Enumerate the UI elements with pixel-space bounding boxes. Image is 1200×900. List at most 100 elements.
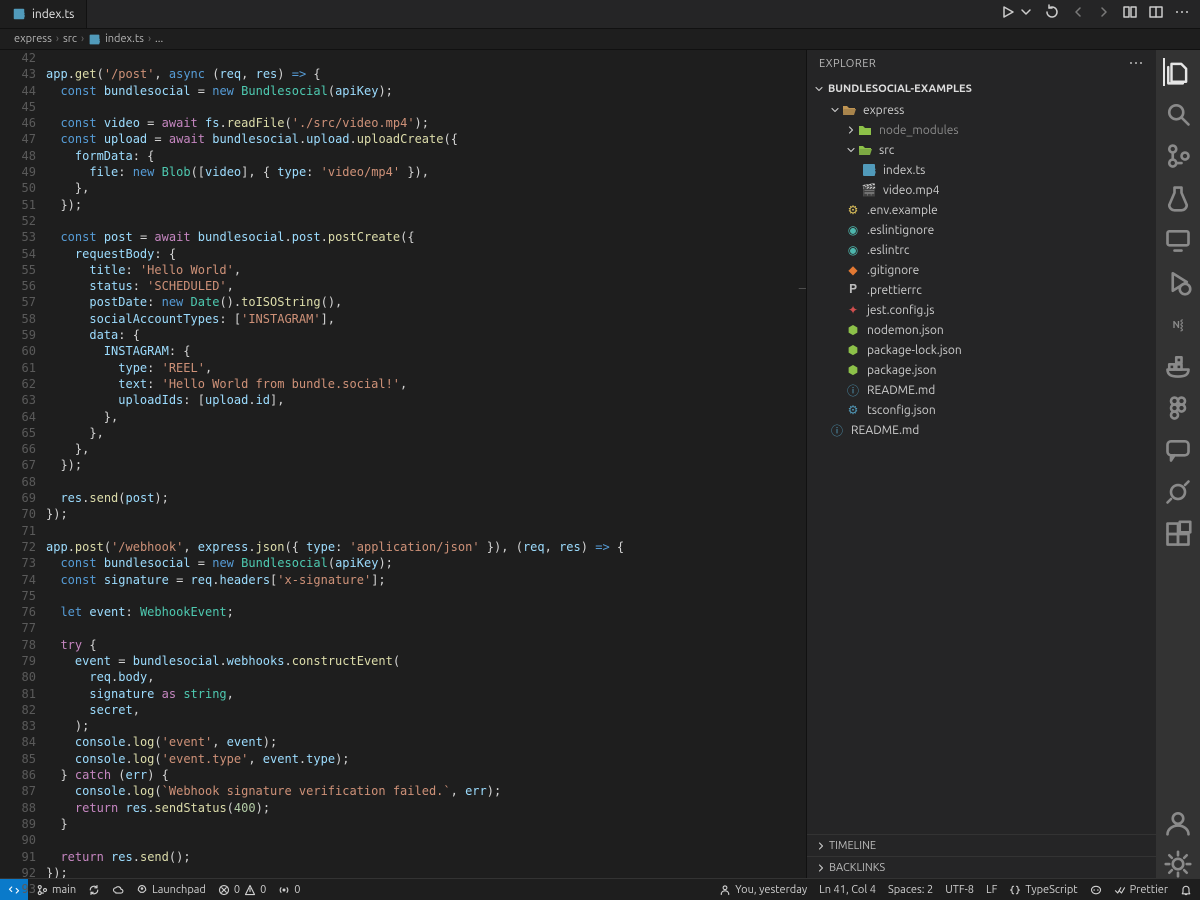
file-tree: express node_modules src index.ts 🎬 vide… [807, 100, 1156, 834]
run-icon[interactable] [1000, 4, 1016, 24]
breadcrumb-segment[interactable]: index.ts [88, 33, 144, 46]
activity-run-debug-icon[interactable] [1164, 268, 1192, 296]
activity-chat-icon[interactable] [1164, 436, 1192, 464]
tab-active[interactable]: index.ts [0, 0, 87, 28]
status-copilot-icon[interactable] [1090, 884, 1102, 896]
chevron-right-icon [845, 124, 857, 136]
tab-label: index.ts [32, 8, 74, 21]
status-sync-icon[interactable] [88, 884, 100, 896]
side-panel: EXPLORER BUNDLESOCIAL-EXAMPLES express n… [806, 50, 1156, 878]
folder-icon [857, 122, 873, 138]
activity-nx-icon[interactable]: N⸾ [1164, 310, 1192, 338]
explorer-section[interactable]: BUNDLESOCIAL-EXAMPLES [807, 78, 1156, 100]
tree-file-prettierrc[interactable]: 𝐏 .prettierrc [807, 280, 1156, 300]
typescript-icon [12, 7, 26, 21]
tree-file-nodemon[interactable]: ⬢ nodemon.json [807, 320, 1156, 340]
breadcrumb-segment[interactable]: ... [155, 33, 163, 45]
folder-open-icon [857, 142, 873, 158]
status-indent[interactable]: Spaces: 2 [888, 884, 933, 896]
more-actions-icon[interactable] [1174, 4, 1190, 24]
split-layout-icon[interactable] [1122, 4, 1138, 24]
tree-file-pkg-lock[interactable]: ⬢ package-lock.json [807, 340, 1156, 360]
explorer-header: EXPLORER [807, 50, 1156, 78]
explorer-more-icon[interactable] [1128, 55, 1144, 74]
typescript-icon [861, 162, 877, 178]
prettier-icon: 𝐏 [845, 283, 861, 297]
tree-file-eslintignore[interactable]: ◉ .eslintignore [807, 220, 1156, 240]
nodemon-icon: ⬢ [845, 323, 861, 337]
activity-figma-icon[interactable] [1164, 394, 1192, 422]
status-launchpad[interactable]: Launchpad [136, 884, 206, 896]
status-cloud-icon[interactable] [112, 884, 124, 896]
info-icon: ⓘ [829, 422, 845, 439]
status-encoding[interactable]: UTF-8 [945, 884, 974, 896]
git-icon: ◆ [845, 263, 861, 277]
status-branch[interactable]: main [36, 884, 76, 896]
chevron-down-icon [829, 104, 841, 116]
status-problems[interactable]: 0 0 [218, 884, 266, 896]
tree-file-gitignore[interactable]: ◆ .gitignore [807, 260, 1156, 280]
tree-file-readme-root[interactable]: ⓘ README.md [807, 420, 1156, 440]
chevron-right-icon [815, 840, 827, 852]
explorer-title: EXPLORER [819, 58, 876, 70]
go-back-icon[interactable] [1070, 4, 1086, 24]
backlinks-section[interactable]: BACKLINKS [807, 856, 1156, 878]
folder-open-icon [841, 102, 857, 118]
chevron-right-icon [815, 862, 827, 874]
env-icon: ⚙ [845, 203, 861, 217]
tree-file-pkg[interactable]: ⬢ package.json [807, 360, 1156, 380]
chevron-right-icon: › [148, 33, 151, 45]
tree-file-video[interactable]: 🎬 video.mp4 [807, 180, 1156, 200]
tree-folder-node-modules[interactable]: node_modules [807, 120, 1156, 140]
tree-file-index-ts[interactable]: index.ts [807, 160, 1156, 180]
tree-file-env[interactable]: ⚙ .env.example [807, 200, 1156, 220]
tree-file-eslintrc[interactable]: ◉ .eslintrc [807, 240, 1156, 260]
chevron-right-icon: › [56, 33, 59, 45]
tree-file-jest[interactable]: ✦ jest.config.js [807, 300, 1156, 320]
activity-bar: N⸾ [1156, 50, 1200, 878]
breadcrumb[interactable]: express › src › index.ts › ... [0, 28, 1200, 50]
activity-search-icon[interactable] [1164, 100, 1192, 128]
npm-icon: ⬢ [845, 343, 861, 357]
status-prettier[interactable]: Prettier [1114, 884, 1168, 896]
breadcrumb-segment[interactable]: src [63, 33, 77, 45]
chevron-right-icon: › [81, 33, 84, 45]
code-editor[interactable]: 4243444546474849505152535455565758596061… [0, 50, 806, 878]
activity-extensions-icon[interactable] [1164, 520, 1192, 548]
status-blame[interactable]: You, yesterday [719, 884, 807, 896]
activity-account-icon[interactable] [1164, 808, 1192, 836]
editor-toolbar [990, 0, 1200, 28]
status-bar: main Launchpad 0 0 0 You, yesterday Ln 4… [0, 878, 1200, 900]
line-number-gutter: 4243444546474849505152535455565758596061… [0, 50, 46, 878]
status-language[interactable]: TypeScript [1009, 884, 1077, 896]
jest-icon: ✦ [845, 303, 861, 317]
debug-rerun-icon[interactable] [1044, 4, 1060, 24]
status-ports[interactable]: 0 [278, 884, 300, 896]
tree-file-tsconfig[interactable]: ⚙ tsconfig.json [807, 400, 1156, 420]
eslint-icon: ◉ [845, 223, 861, 237]
run-dropdown-icon[interactable] [1018, 4, 1034, 24]
info-icon: ⓘ [845, 382, 861, 399]
status-notifications-icon[interactable] [1180, 884, 1192, 896]
go-forward-icon[interactable] [1096, 4, 1112, 24]
activity-loop-icon[interactable] [1164, 478, 1192, 506]
status-cursor[interactable]: Ln 41, Col 4 [819, 884, 876, 896]
activity-explorer-icon[interactable] [1163, 58, 1191, 86]
activity-testing-icon[interactable] [1164, 184, 1192, 212]
split-editor-icon[interactable] [1148, 4, 1164, 24]
chevron-down-icon [845, 144, 857, 156]
activity-source-control-icon[interactable] [1164, 142, 1192, 170]
activity-docker-icon[interactable] [1164, 352, 1192, 380]
code-content[interactable]: app.get('/post', async (req, res) => { c… [46, 50, 806, 878]
timeline-section[interactable]: TIMELINE [807, 834, 1156, 856]
tree-folder-express[interactable]: express [807, 100, 1156, 120]
tree-file-readme[interactable]: ⓘ README.md [807, 380, 1156, 400]
minimap-slider-icon[interactable]: — [799, 280, 806, 296]
tree-folder-src[interactable]: src [807, 140, 1156, 160]
video-icon: 🎬 [861, 183, 877, 197]
breadcrumb-segment[interactable]: express [14, 33, 52, 45]
tab-bar: index.ts [0, 0, 1200, 28]
status-eol[interactable]: LF [986, 884, 997, 896]
activity-remote-icon[interactable] [1164, 226, 1192, 254]
activity-settings-icon[interactable] [1164, 850, 1192, 878]
